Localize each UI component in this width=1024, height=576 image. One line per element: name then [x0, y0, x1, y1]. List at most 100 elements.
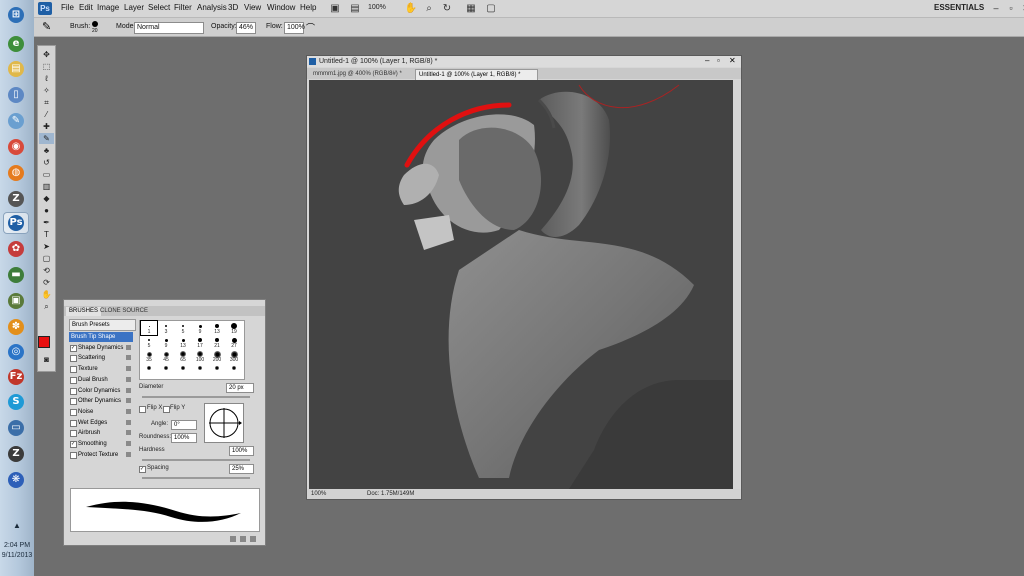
brush-tip-preset[interactable] [226, 363, 242, 377]
brush-preview-icon[interactable] [92, 21, 98, 27]
lock-icon[interactable] [126, 441, 131, 446]
lock-icon[interactable] [126, 398, 131, 404]
mode-select[interactable]: Normal [134, 22, 204, 34]
marquee-tool-icon[interactable]: ⬚ [39, 61, 54, 72]
menu-select[interactable]: Select [148, 3, 170, 12]
menu-edit[interactable]: Edit [79, 3, 93, 12]
brush-option-wet-edges[interactable]: Wet Edges [69, 418, 133, 428]
brush-option-checkbox[interactable] [70, 376, 77, 384]
dodge-tool-icon[interactable]: ● [39, 205, 54, 216]
brush-tip-preset[interactable]: 300 [226, 349, 242, 363]
taskbar-item-skype[interactable]: S [3, 391, 29, 413]
zoom-level-select[interactable]: 100% [368, 2, 398, 14]
lock-icon[interactable] [126, 419, 131, 425]
taskbar-item-picasa[interactable]: ✿ [3, 238, 29, 260]
taskbar-item-file-explorer[interactable]: ▤ [3, 58, 29, 80]
brush-option-dual-brush[interactable]: Dual Brush [69, 375, 133, 385]
status-doc-size[interactable]: Doc: 1.75M/149M [367, 490, 414, 498]
lock-icon[interactable] [126, 355, 131, 361]
brush-option-brush-tip-shape[interactable]: Brush Tip Shape [69, 332, 133, 342]
brush-option-checkbox[interactable] [70, 430, 77, 438]
brush-option-color-dynamics[interactable]: Color Dynamics [69, 386, 133, 396]
menu-layer[interactable]: Layer [124, 3, 144, 12]
opacity-input[interactable]: 46% [236, 22, 256, 34]
workspace-switcher[interactable]: ESSENTIALS [934, 3, 984, 12]
brush-option-checkbox[interactable] [70, 398, 77, 406]
brush-angle-widget[interactable] [204, 403, 244, 443]
flip-y-checkbox[interactable] [163, 406, 170, 413]
eyedropper-icon[interactable]: ⁄ [39, 109, 54, 120]
minimize-button[interactable]: – [990, 2, 1002, 14]
spacing-checkbox[interactable]: ✓ [139, 466, 146, 473]
brush-option-checkbox[interactable] [70, 451, 77, 459]
history-brush-icon[interactable]: ↺ [39, 157, 54, 168]
spot-heal-icon[interactable]: ✚ [39, 121, 54, 132]
lock-icon[interactable] [126, 366, 131, 372]
brush-tip-preset[interactable]: 45 [158, 349, 174, 363]
brush-tip-preset[interactable]: 17 [192, 335, 208, 349]
tab-brushes[interactable]: BRUSHES [66, 307, 102, 316]
spacing-input[interactable]: 25% [229, 464, 254, 474]
menu-window[interactable]: Window [267, 3, 295, 12]
lock-icon[interactable] [126, 430, 131, 436]
hand-tool-icon[interactable]: ✋ [39, 289, 54, 300]
taskbar-item-zbrush-alt[interactable]: Z [3, 443, 29, 465]
brush-tip-preset[interactable]: 200 [209, 349, 225, 363]
taskbar-item-remote-desktop[interactable]: ▭ [3, 417, 29, 439]
brush-tip-preset[interactable] [192, 363, 208, 377]
taskbar-item-book[interactable]: ▬ [3, 264, 29, 286]
doc-close-button[interactable]: ✕ [729, 56, 736, 65]
brush-option-protect-texture[interactable]: Protect Texture [69, 450, 133, 460]
brush-option-texture[interactable]: Texture [69, 364, 133, 374]
brush-tip-preset[interactable] [209, 363, 225, 377]
brush-option-smoothing[interactable]: ✓ Smoothing [69, 439, 133, 449]
brush-option-checkbox[interactable]: ✓ [70, 344, 77, 352]
launch-bridge-icon[interactable]: ▣ [328, 2, 342, 15]
status-zoom[interactable]: 100% [311, 490, 326, 498]
lock-icon[interactable] [126, 408, 131, 414]
document-title-bar[interactable]: Untitled-1 @ 100% (Layer 1, RGB/8) * – ▫… [307, 56, 741, 67]
pen-tool-icon[interactable]: ✒ [39, 217, 54, 228]
brush-tip-preset[interactable]: 35 [141, 349, 157, 363]
brush-tip-preset[interactable]: 9 [192, 321, 208, 335]
taskbar-item-windows-start[interactable]: ⊞ [3, 4, 29, 26]
brush-tip-preset[interactable] [141, 363, 157, 377]
brush-option-noise[interactable]: Noise [69, 407, 133, 417]
hand-tool-icon[interactable]: ✋ [404, 2, 418, 15]
diameter-slider[interactable] [142, 396, 250, 398]
brush-tool-icon[interactable]: ✎ [42, 20, 51, 33]
doc-minimize-button[interactable]: – [705, 56, 709, 65]
doc-maximize-button[interactable]: ▫ [717, 56, 720, 65]
canvas-area[interactable] [309, 80, 733, 489]
brush-tip-preset[interactable] [158, 363, 174, 377]
quick-select-icon[interactable]: ✧ [39, 85, 54, 96]
brush-tip-preset[interactable]: 3 [158, 321, 174, 335]
brush-option-other-dynamics[interactable]: Other Dynamics [69, 396, 133, 406]
brush-tip-preset[interactable] [175, 363, 191, 377]
shape-tool-icon[interactable]: ▢ [39, 253, 54, 264]
brush-option-checkbox[interactable] [70, 387, 77, 395]
roundness-input[interactable]: 100% [171, 433, 197, 443]
taskbar-item-photoshop[interactable]: Ps [3, 212, 29, 234]
zoom-tool-icon[interactable]: ⌕ [39, 301, 54, 312]
brush-presets-button[interactable]: Brush Presets [69, 319, 136, 331]
taskbar-item-globe[interactable]: ◎ [3, 341, 29, 363]
restore-button[interactable]: ▫ [1005, 2, 1017, 14]
arrange-documents-icon[interactable]: ▦ [464, 2, 478, 15]
brush-tip-preset[interactable]: 19 [226, 321, 242, 335]
menu-image[interactable]: Image [97, 3, 119, 12]
zoom-tool-icon[interactable]: ⌕ [422, 2, 436, 15]
close-button[interactable]: ✕ [1020, 2, 1024, 14]
path-select-icon[interactable]: ➤ [39, 241, 54, 252]
eraser-tool-icon[interactable]: ▭ [39, 169, 54, 180]
angle-input[interactable]: 0° [171, 420, 197, 430]
flow-input[interactable]: 100% [284, 22, 305, 34]
crop-tool-icon[interactable]: ⌗ [39, 97, 54, 108]
menu-file[interactable]: File [61, 3, 74, 12]
taskbar-item-filezilla[interactable]: Fz [3, 366, 29, 388]
3d-rotate-icon[interactable]: ⟲ [39, 265, 54, 276]
taskbar-item-firefox[interactable]: ◍ [3, 162, 29, 184]
brush-tip-grid[interactable]: 1 3 5 9 13 19 5 9 13 17 21 27 35 45 65 100 200 300 [139, 320, 245, 380]
create-new-brush-icon[interactable] [240, 536, 246, 542]
brush-option-checkbox[interactable] [70, 408, 77, 416]
